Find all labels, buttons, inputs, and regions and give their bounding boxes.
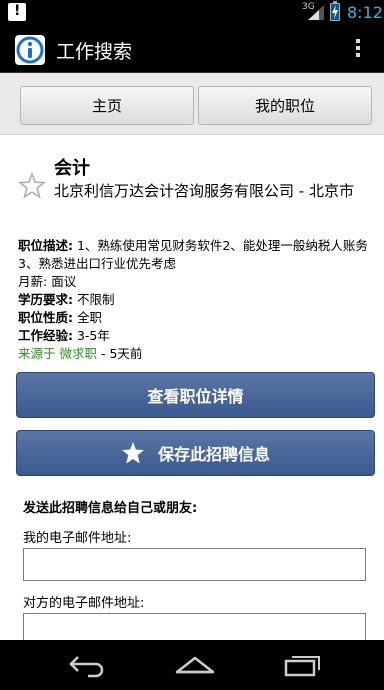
view-details-label: 查看职位详情: [147, 387, 244, 406]
navigation-bar: [0, 640, 384, 690]
type-label: 职位性质:: [18, 310, 73, 325]
type-value: 全职: [73, 310, 102, 325]
overflow-menu-icon[interactable]: [352, 37, 364, 61]
signal-icon: [308, 5, 324, 20]
education-value: 不限制: [73, 292, 115, 307]
job-details: 职位描述: 1、熟练使用常见财务软件2、能处理一般纳税人账务3、熟悉进出口行业优…: [18, 237, 374, 363]
app-title: 工作搜索: [56, 41, 133, 63]
tab-home[interactable]: 主页: [20, 86, 194, 125]
info-logo-icon[interactable]: [15, 35, 45, 65]
view-details-button[interactable]: 查看职位详情: [16, 372, 375, 418]
status-clock: 8:12: [347, 3, 383, 22]
experience-value: 3-5年: [73, 328, 110, 343]
salary-value: 面议: [47, 274, 77, 289]
salary-label: 月薪:: [18, 274, 48, 289]
share-heading: 发送此招聘信息给自己或朋友:: [23, 501, 198, 516]
description-label: 职位描述:: [18, 238, 73, 253]
battery-charging-icon: [330, 1, 340, 21]
app-bar: 工作搜索: [0, 25, 384, 73]
my-email-label: 我的电子邮件地址:: [23, 531, 132, 546]
type-row: 职位性质: 全职: [18, 309, 374, 327]
star-filled-icon: [121, 442, 144, 464]
salary-row: 月薪: 面议: [18, 273, 374, 291]
star-outline-icon[interactable]: [18, 172, 46, 200]
notification-alert-icon: [8, 3, 26, 21]
save-job-button[interactable]: 保存此招聘信息: [16, 430, 375, 476]
education-row: 学历要求: 不限制: [18, 291, 374, 309]
tab-bar: 主页 我的职位: [0, 73, 384, 135]
recents-icon[interactable]: [284, 652, 322, 678]
description-row: 职位描述: 1、熟练使用常见财务软件2、能处理一般纳税人账务3、熟悉进出口行业优…: [18, 237, 374, 273]
education-label: 学历要求:: [18, 292, 73, 307]
status-bar: 3G 8:12: [0, 0, 384, 25]
source-row: 来源于 微求职 - 5天前: [18, 345, 374, 363]
save-job-label: 保存此招聘信息: [157, 445, 270, 464]
my-email-field[interactable]: [23, 548, 366, 581]
other-email-label: 对方的电子邮件地址:: [23, 596, 145, 611]
company-location: 北京利信万达会计咨询服务有限公司 - 北京市: [54, 182, 354, 200]
experience-label: 工作经验:: [18, 328, 73, 343]
home-icon[interactable]: [174, 652, 216, 678]
job-title: 会计: [54, 158, 90, 179]
posted-time: - 5天前: [96, 346, 143, 361]
tab-my-jobs[interactable]: 我的职位: [198, 86, 372, 125]
back-icon[interactable]: [68, 652, 106, 678]
source-link[interactable]: 来源于 微求职: [18, 346, 97, 361]
experience-row: 工作经验: 3-5年: [18, 327, 374, 345]
